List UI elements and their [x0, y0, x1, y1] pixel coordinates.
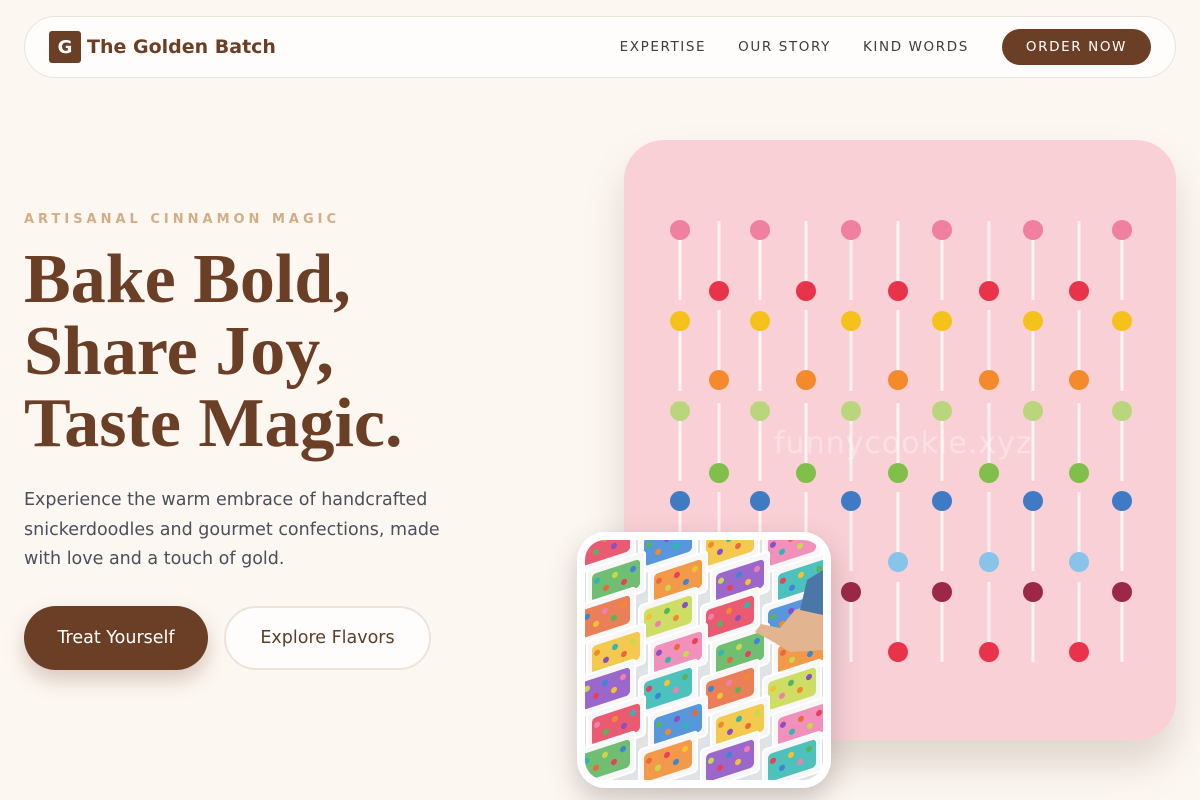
lollipop-candy — [841, 582, 861, 602]
hero-description: Experience the warm embrace of handcraft… — [24, 490, 440, 569]
lollipop-candy — [932, 401, 952, 421]
lollipop-candy — [1023, 401, 1043, 421]
candy-bins-illustration — [585, 540, 823, 780]
lollipop-candy — [750, 220, 770, 240]
candy-bins-image — [585, 540, 823, 780]
lollipop-candy — [932, 582, 952, 602]
lollipop-candy — [1069, 281, 1089, 301]
lollipop-candy — [1112, 401, 1132, 421]
lollipop-candy — [750, 491, 770, 511]
order-now-button[interactable]: ORDER NOW — [1001, 29, 1151, 65]
image-watermark: funnycookie.xyz — [774, 426, 1033, 461]
hero-headline: Bake Bold, Share Joy, Taste Magic. — [24, 244, 402, 460]
lollipop-candy — [709, 463, 729, 483]
nav-link-our-story[interactable]: OUR STORY — [738, 39, 831, 55]
lollipop-candy — [1069, 463, 1089, 483]
hero-eyebrow: ARTISANAL CINNAMON MAGIC — [24, 212, 341, 227]
lollipop-candy — [979, 463, 999, 483]
lollipop-candy — [841, 220, 861, 240]
lollipop-candy — [1112, 220, 1132, 240]
lollipop-candy — [932, 311, 952, 331]
lollipop-candy — [670, 401, 690, 421]
lollipop-candy — [888, 552, 908, 572]
nav-links: EXPERTISE OUR STORY KIND WORDS ORDER NOW — [620, 29, 1151, 65]
lollipop-candy — [888, 370, 908, 390]
treat-yourself-button[interactable]: Treat Yourself — [24, 606, 208, 670]
lollipop-candy — [670, 220, 690, 240]
lollipop-candy — [1069, 370, 1089, 390]
nav-link-expertise[interactable]: EXPERTISE — [620, 39, 707, 55]
lollipop-candy — [1023, 220, 1043, 240]
lollipop-candy — [841, 311, 861, 331]
lollipop-candy — [750, 311, 770, 331]
lollipop-candy — [979, 281, 999, 301]
lollipop-candy — [888, 281, 908, 301]
headline-line-3: Taste Magic. — [24, 385, 403, 462]
lollipop-candy — [979, 642, 999, 662]
lollipop-candy — [1112, 582, 1132, 602]
lollipop-candy — [796, 370, 816, 390]
lollipop-candy — [932, 220, 952, 240]
lollipop-candy — [932, 491, 952, 511]
lollipop-candy — [888, 642, 908, 662]
lollipop-candy — [841, 491, 861, 511]
lollipop-candy — [670, 311, 690, 331]
lollipop-candy — [1023, 582, 1043, 602]
lollipop-candy — [888, 463, 908, 483]
lollipop-candy — [709, 281, 729, 301]
brand-logo[interactable]: G The Golden Batch — [49, 31, 276, 63]
explore-flavors-button[interactable]: Explore Flavors — [224, 606, 431, 670]
logo-mark: G — [49, 31, 81, 63]
lollipop-candy — [1069, 552, 1089, 572]
lollipop-candy — [1069, 642, 1089, 662]
lollipop-candy — [750, 401, 770, 421]
lollipop-candy — [979, 370, 999, 390]
lollipop-candy — [979, 552, 999, 572]
lollipop-candy — [841, 401, 861, 421]
lollipop-candy — [709, 370, 729, 390]
lollipop-candy — [1023, 311, 1043, 331]
lollipop-candy — [1112, 491, 1132, 511]
nav-link-kind-words[interactable]: KIND WORDS — [863, 39, 969, 55]
lollipop-candy — [796, 281, 816, 301]
headline-line-2: Share Joy, — [24, 313, 334, 390]
top-nav: G The Golden Batch EXPERTISE OUR STORY K… — [24, 16, 1176, 78]
brand-name: The Golden Batch — [87, 36, 276, 58]
lollipop-candy — [1112, 311, 1132, 331]
lollipop-candy — [670, 491, 690, 511]
lollipop-candy — [1023, 491, 1043, 511]
lollipop-candy — [796, 463, 816, 483]
candy-bins-photo — [577, 532, 831, 788]
headline-line-1: Bake Bold, — [24, 241, 351, 318]
